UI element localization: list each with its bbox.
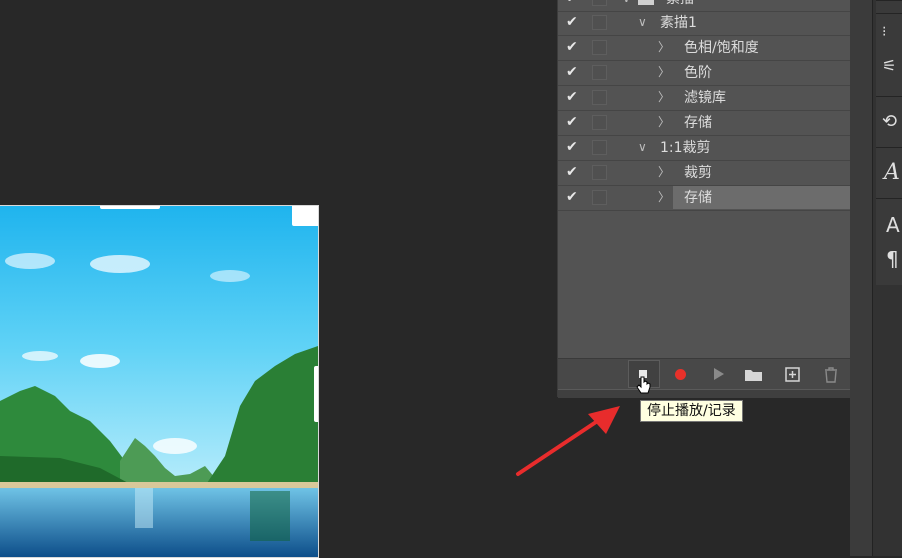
dialog-toggle-box[interactable]: [592, 90, 607, 105]
dialog-toggle-box[interactable]: [592, 190, 607, 205]
step-label: 滤镜库: [684, 90, 726, 106]
dialog-toggle-box[interactable]: [592, 115, 607, 130]
step-row[interactable]: ✔ 〉 滤镜库: [558, 86, 853, 111]
expand-icon[interactable]: 〉: [658, 186, 670, 208]
expand-icon[interactable]: 〉: [658, 86, 670, 108]
step-row[interactable]: ✔ 〉 裁剪: [558, 161, 853, 186]
action-row[interactable]: ✔ ∨ 素描1: [558, 11, 853, 36]
step-label: 存储: [684, 190, 712, 206]
check-icon[interactable]: ✔: [566, 0, 580, 6]
step-row-selected[interactable]: ✔ 〉 存储: [558, 186, 853, 211]
collapse-icon[interactable]: ∨: [622, 0, 631, 9]
step-label: 色相/饱和度: [684, 40, 759, 56]
new-set-button[interactable]: [738, 362, 768, 388]
collapse-icon[interactable]: ∨: [638, 11, 647, 33]
folder-icon: [745, 370, 762, 381]
new-action-button[interactable]: [778, 362, 808, 388]
dialog-toggle-box[interactable]: [592, 140, 607, 155]
character-tool[interactable]: A: [876, 147, 902, 198]
glyphs-icon: A: [886, 213, 900, 237]
check-icon[interactable]: ✔: [566, 89, 580, 105]
check-icon[interactable]: ✔: [566, 14, 580, 30]
dialog-toggle-box[interactable]: [592, 65, 607, 80]
annotation-arrow-icon: [516, 406, 620, 476]
check-icon[interactable]: ✔: [566, 139, 580, 155]
adjustments-tool[interactable]: ⁝ ⚟: [876, 13, 902, 96]
character-icon: A: [884, 160, 900, 185]
play-button[interactable]: [704, 362, 734, 388]
check-icon[interactable]: ✔: [566, 64, 580, 80]
hand-cursor-icon: [636, 376, 651, 394]
step-row[interactable]: ✔ 〉 色阶: [558, 61, 853, 86]
history-icon: ⟲: [882, 111, 898, 132]
action-set-label: 素描: [666, 0, 694, 11]
trash-icon: [825, 367, 837, 383]
actions-panel: ✔ ∨ 素描 ✔ ∨ 素描1 ✔ 〉 色相/饱和度 ✔ 〉 色阶 ✔ 〉 滤镜库…: [557, 0, 873, 398]
check-icon[interactable]: ✔: [566, 189, 580, 205]
dialog-toggle-box[interactable]: [592, 165, 607, 180]
expand-icon[interactable]: 〉: [658, 36, 670, 58]
canvas-image: [0, 205, 319, 558]
folder-icon: [638, 0, 654, 5]
delete-button[interactable]: [816, 362, 846, 388]
record-icon: [675, 369, 686, 380]
actions-toolbar: [558, 358, 873, 389]
expand-icon[interactable]: 〉: [658, 61, 670, 83]
step-row[interactable]: ✔ 〉 色相/饱和度: [558, 36, 853, 61]
panel-bottom-edge: [558, 389, 873, 398]
step-label: 裁剪: [684, 165, 712, 181]
check-icon[interactable]: ✔: [566, 39, 580, 55]
dialog-toggle-box[interactable]: [592, 40, 607, 55]
transform-handle-right[interactable]: [314, 366, 318, 422]
expand-icon[interactable]: 〉: [658, 161, 670, 183]
transform-handle-corner[interactable]: [292, 206, 318, 226]
brush-settings-tool[interactable]: [876, 0, 902, 13]
record-button[interactable]: [666, 362, 696, 388]
brush-settings-icon: ⁝: [882, 24, 887, 40]
transform-handle-top[interactable]: [100, 206, 160, 209]
panel-dock-gap: [850, 0, 872, 556]
dialog-toggle-box[interactable]: [592, 15, 607, 30]
step-label: 存储: [684, 115, 712, 131]
step-label: 色阶: [684, 65, 712, 81]
adjustments-icon: ⚟: [882, 56, 897, 75]
paragraph-tool[interactable]: A ¶: [876, 198, 902, 285]
collapse-icon[interactable]: ∨: [638, 136, 647, 158]
new-action-icon: [785, 367, 800, 382]
action-row[interactable]: ✔ ∨ 1:1裁剪: [558, 136, 853, 161]
paragraph-icon: ¶: [886, 247, 899, 271]
action-label: 素描1: [660, 15, 697, 31]
dialog-toggle-box[interactable]: [592, 0, 607, 6]
check-icon[interactable]: ✔: [566, 164, 580, 180]
step-row[interactable]: ✔ 〉 存储: [558, 111, 853, 136]
landscape-photo: [0, 206, 318, 557]
play-icon: [714, 368, 724, 380]
tooltip: 停止播放/记录: [640, 400, 743, 422]
expand-icon[interactable]: 〉: [658, 111, 670, 133]
history-tool[interactable]: ⟲: [876, 96, 902, 147]
check-icon[interactable]: ✔: [566, 114, 580, 130]
action-label: 1:1裁剪: [660, 140, 711, 156]
